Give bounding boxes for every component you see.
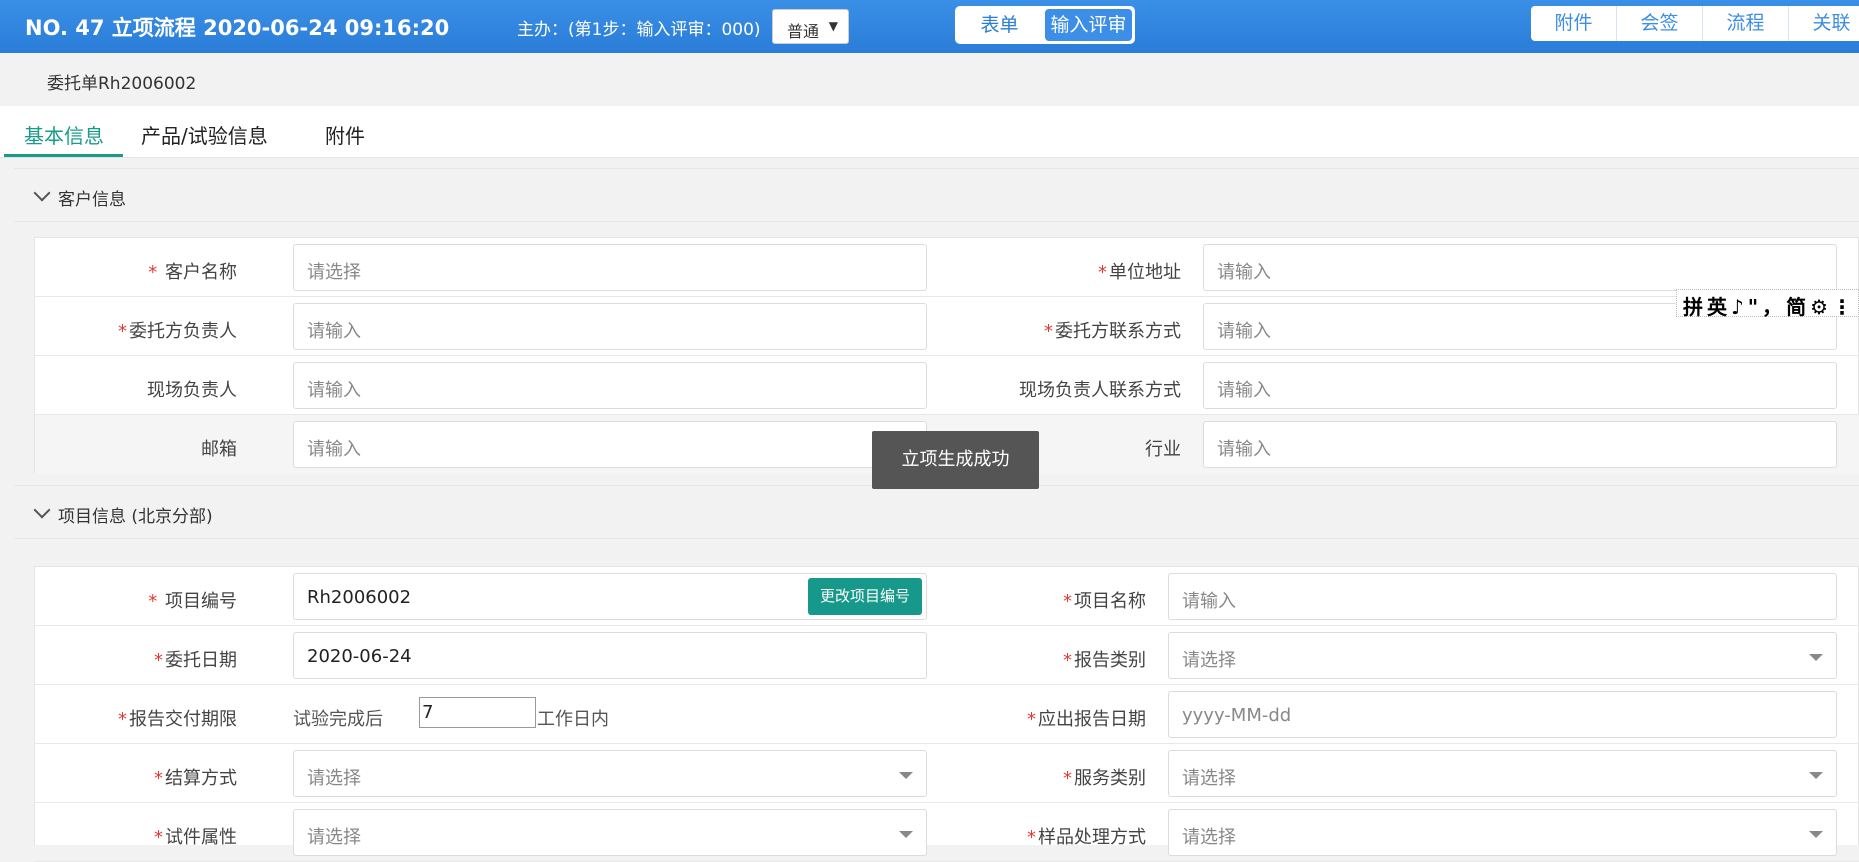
service-type-select[interactable]: 请选择: [1168, 750, 1837, 797]
project-name-input[interactable]: 请输入: [1168, 573, 1837, 620]
sample-attr-label: * 试件属性: [154, 827, 237, 848]
tab-countersign[interactable]: 会签: [1617, 6, 1703, 41]
order-subtitle: 委托单Rh2006002: [47, 74, 197, 94]
client-manager-input[interactable]: 请输入: [293, 303, 927, 350]
content-tabs: 基本信息 产品/试验信息 附件: [0, 106, 1859, 158]
commission-date-input[interactable]: 2020-06-24: [293, 632, 927, 679]
settlement-placeholder: 请选择: [307, 768, 361, 789]
change-project-no-button[interactable]: 更改项目编号: [807, 578, 922, 615]
active-tab-indicator: [4, 154, 123, 157]
tab-product-test-info[interactable]: 产品/试验信息: [141, 120, 268, 149]
ime-toolbar[interactable]: 拼英♪"，简⚙⋮: [1676, 289, 1859, 319]
customer-name-select[interactable]: 请选择: [293, 244, 927, 291]
tab-basic-info[interactable]: 基本信息: [24, 120, 104, 149]
client-manager-label: * 委托方负责人: [118, 321, 237, 342]
due-date-input[interactable]: yyyy-MM-dd: [1168, 691, 1837, 738]
service-type-label: * 服务类别: [1063, 768, 1146, 789]
tab-related[interactable]: 关联: [1789, 6, 1859, 41]
level-select-value: 普通: [787, 22, 820, 41]
form-row: * 结算方式 请选择 * 服务类别 请选择: [35, 744, 1859, 803]
project-no-label: * 项目编号: [148, 591, 237, 612]
email-label: 邮箱: [201, 439, 237, 460]
sample-handling-select[interactable]: 请选择: [1168, 809, 1837, 856]
dropdown-arrow-icon: [1809, 831, 1823, 838]
industry-input[interactable]: 请输入: [1203, 421, 1837, 468]
form-row: * 客户名称 请选择 * 单位地址 请输入: [35, 238, 1859, 297]
delivery-deadline-label: * 报告交付期限: [118, 709, 237, 730]
sample-attr-select[interactable]: 请选择: [293, 809, 927, 856]
form-row: 现场负责人 请输入 现场负责人联系方式 请输入: [35, 356, 1859, 415]
step-info: 主办：(第1步：输入评审：000): [517, 20, 761, 40]
top-header-bar: NO. 47 立项流程 2020-06-24 09:16:20 主办：(第1步：…: [0, 0, 1859, 53]
form-row: * 委托方负责人 请输入 * 委托方联系方式 请输入: [35, 297, 1859, 356]
level-select[interactable]: 普通 ▼: [772, 9, 849, 44]
form-row: * 委托日期 2020-06-24 * 报告类别 请选择: [35, 626, 1859, 685]
report-type-select[interactable]: 请选择: [1168, 632, 1837, 679]
caret-down-icon: ▼: [828, 19, 838, 33]
settlement-label: * 结算方式: [154, 768, 237, 789]
company-address-input[interactable]: 请输入: [1203, 244, 1837, 291]
dropdown-arrow-icon: [1809, 772, 1823, 779]
tab-attachments[interactable]: 附件: [1531, 6, 1617, 41]
site-contact-input[interactable]: 请输入: [1203, 362, 1837, 409]
segment-form[interactable]: 表单: [956, 7, 1043, 43]
site-manager-label: 现场负责人: [147, 380, 237, 401]
customer-section-header[interactable]: 客户信息: [14, 168, 1859, 222]
page-title: NO. 47 立项流程 2020-06-24 09:16:20: [25, 16, 450, 40]
deadline-prefix: 试验完成后: [293, 709, 383, 730]
chevron-down-icon: [33, 501, 51, 519]
site-contact-label: 现场负责人联系方式: [1019, 380, 1181, 401]
tab-process[interactable]: 流程: [1703, 6, 1789, 41]
segment-review[interactable]: 输入评审: [1045, 9, 1132, 41]
company-address-label: * 单位地址: [1098, 262, 1181, 283]
deadline-suffix: 工作日内: [537, 709, 609, 730]
settlement-select[interactable]: 请选择: [293, 750, 927, 797]
chevron-down-icon: [33, 184, 51, 202]
report-type-label: * 报告类别: [1063, 650, 1146, 671]
customer-name-label: * 客户名称: [148, 262, 237, 283]
sample-handling-label: * 样品处理方式: [1027, 827, 1146, 848]
project-section-label: 项目信息 (北京分部): [58, 507, 213, 527]
project-no-input[interactable]: Rh2006002 更改项目编号: [293, 573, 927, 620]
due-date-label: * 应出报告日期: [1027, 709, 1146, 730]
form-row: * 报告交付期限 试验完成后 7 工作日内 * 应出报告日期 yyyy-MM-dd: [35, 685, 1859, 744]
success-toast: 立项生成成功: [872, 431, 1039, 489]
dropdown-arrow-icon: [899, 831, 913, 838]
service-type-placeholder: 请选择: [1182, 768, 1236, 789]
project-no-value: Rh2006002: [307, 587, 412, 608]
form-row: * 项目编号 Rh2006002 更改项目编号 * 项目名称 请输入: [35, 567, 1859, 626]
tab-attachment[interactable]: 附件: [325, 120, 365, 149]
project-name-label: * 项目名称: [1063, 591, 1146, 612]
client-contact-label: * 委托方联系方式: [1044, 321, 1181, 342]
commission-date-label: * 委托日期: [154, 650, 237, 671]
project-section-header[interactable]: 项目信息 (北京分部): [14, 485, 1859, 539]
dropdown-arrow-icon: [899, 772, 913, 779]
report-type-placeholder: 请选择: [1182, 650, 1236, 671]
deadline-days-input[interactable]: 7: [419, 697, 536, 728]
customer-section-label: 客户信息: [58, 190, 126, 210]
dropdown-arrow-icon: [1809, 654, 1823, 661]
form-row: * 试件属性 请选择 * 样品处理方式 请选择: [35, 803, 1859, 862]
right-tabs: 附件 会签 流程 关联: [1531, 6, 1859, 41]
site-manager-input[interactable]: 请输入: [293, 362, 927, 409]
project-form: * 项目编号 Rh2006002 更改项目编号 * 项目名称 请输入 * 委托日期 …: [34, 566, 1859, 862]
view-segmented-control: 表单 输入评审: [955, 6, 1135, 44]
email-input[interactable]: 请输入: [293, 421, 927, 468]
